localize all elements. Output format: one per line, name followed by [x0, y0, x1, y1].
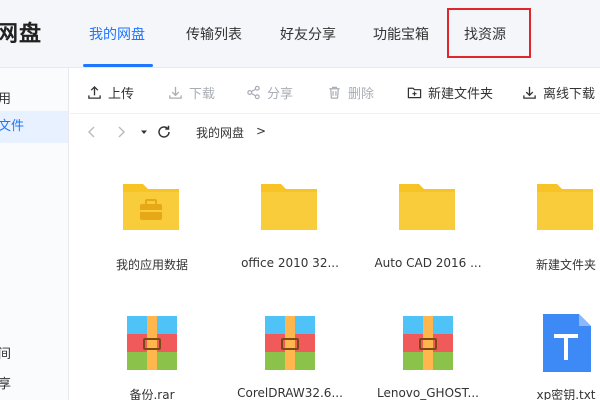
back-arrow-icon[interactable]: [84, 124, 100, 140]
download-icon: [169, 86, 182, 99]
download-icon: [523, 86, 536, 99]
file-item[interactable]: xp密钥.txt: [501, 302, 600, 400]
new-folder-label: 新建文件夹: [428, 87, 494, 102]
sidebar-item-space[interactable]: 间: [0, 343, 11, 362]
sidebar-item-app[interactable]: 用: [0, 88, 11, 107]
highlight-annotation-box: [447, 8, 531, 58]
history-dropdown-icon[interactable]: [136, 124, 152, 140]
share-label: 分享: [267, 87, 294, 102]
forward-arrow-icon[interactable]: [113, 124, 129, 140]
file-item[interactable]: 新建文件夹: [501, 168, 600, 278]
download-button[interactable]: 下载: [168, 83, 215, 102]
new-folder-button[interactable]: 新建文件夹: [407, 83, 493, 102]
tab-transfer-list[interactable]: 传输列表: [186, 24, 242, 44]
rar-archive-icon: [403, 316, 453, 370]
tab-toolbox[interactable]: 功能宝箱: [373, 24, 429, 44]
sidebar: 用 文件 间 享: [0, 68, 69, 400]
file-item[interactable]: office 2010 32...: [225, 168, 355, 278]
file-item[interactable]: 我的应用数据: [87, 168, 217, 278]
download-label: 下载: [189, 87, 216, 102]
folder-icon: [261, 184, 317, 230]
upload-button[interactable]: 上传: [87, 83, 134, 102]
folder-icon: [399, 184, 455, 230]
file-toolbar: 上传 下载 分享 删除 新建文件夹 离线下载: [70, 68, 600, 114]
file-item[interactable]: 备份.rar: [87, 302, 217, 400]
file-name: xp密钥.txt: [536, 388, 596, 400]
sidebar-item-share[interactable]: 享: [0, 373, 11, 392]
refresh-icon[interactable]: [156, 124, 172, 140]
txt-file-icon: [543, 314, 591, 372]
share-button[interactable]: 分享: [246, 83, 293, 102]
offline-download-label: 离线下载: [543, 87, 596, 102]
file-name: CorelDRAW32.6...: [237, 386, 343, 400]
share-icon: [247, 85, 260, 100]
sidebar-item-files[interactable]: 文件: [0, 111, 68, 143]
location-bar: 我的网盘 >: [70, 114, 600, 150]
file-name: 我的应用数据: [115, 258, 188, 272]
upload-label: 上传: [108, 87, 135, 102]
top-nav-bar: 网盘 我的网盘 传输列表 好友分享 功能宝箱 找资源: [0, 0, 600, 68]
delete-button[interactable]: 删除: [327, 83, 374, 102]
app-folder-icon: [123, 184, 179, 230]
breadcrumb-separator: >: [256, 124, 267, 138]
tab-my-drive[interactable]: 我的网盘: [89, 24, 145, 44]
rar-archive-icon: [127, 316, 177, 370]
offline-download-button[interactable]: 离线下载: [522, 83, 595, 102]
file-item[interactable]: CorelDRAW32.6...: [225, 302, 355, 400]
file-name: 新建文件夹: [535, 258, 596, 272]
active-tab-indicator: [83, 64, 153, 67]
app-brand: 网盘: [0, 22, 43, 47]
trash-icon: [329, 86, 340, 99]
tab-friend-share[interactable]: 好友分享: [280, 24, 336, 44]
file-item[interactable]: Lenovo_GHOST...: [363, 302, 493, 400]
file-name: 备份.rar: [129, 388, 175, 400]
file-item[interactable]: Auto CAD 2016 ...: [363, 168, 493, 278]
file-name: Lenovo_GHOST...: [377, 386, 479, 400]
folder-icon: [537, 184, 593, 230]
file-name: Auto CAD 2016 ...: [374, 256, 482, 270]
delete-label: 删除: [348, 87, 375, 102]
upload-icon: [88, 85, 101, 99]
breadcrumb-root[interactable]: 我的网盘: [196, 124, 244, 141]
file-name: office 2010 32...: [241, 256, 339, 270]
rar-archive-icon: [265, 316, 315, 370]
new-folder-icon: [407, 87, 422, 99]
